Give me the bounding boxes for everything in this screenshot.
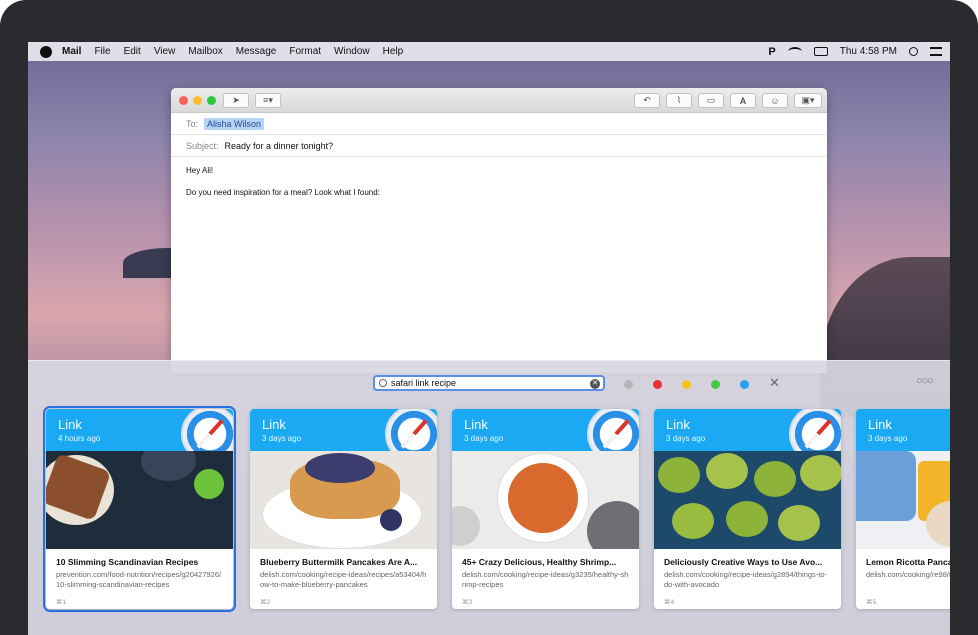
- pinboard-green-dot[interactable]: [711, 380, 720, 389]
- card-header: Link 3 days ago: [856, 409, 950, 451]
- header-fields-icon[interactable]: ≡▾: [255, 93, 281, 108]
- close-window-button[interactable]: [179, 96, 188, 105]
- card-title: 45+ Crazy Delicious, Healthy Shrimp...: [462, 557, 617, 567]
- card-age: 4 hours ago: [58, 434, 101, 443]
- pinboard-yellow-dot[interactable]: [682, 380, 691, 389]
- menu-view[interactable]: View: [154, 46, 176, 57]
- card-title: Deliciously Creative Ways to Use Avo...: [664, 557, 823, 567]
- card-url: delish.com/cooking/re98/ricotta-pancakes…: [866, 570, 950, 579]
- browser-icon[interactable]: ▭: [698, 93, 724, 108]
- card-url: delish.com/cooking/recipe-ideas/g3235/he…: [462, 570, 629, 589]
- paste-app-icon[interactable]: P: [768, 46, 775, 58]
- clipboard-card[interactable]: Link 4 hours ago 10 Slimming Scandinavia…: [43, 406, 236, 612]
- reply-icon[interactable]: ↶: [634, 93, 660, 108]
- card-kind: Link: [666, 417, 690, 432]
- card-age: 3 days ago: [262, 434, 302, 443]
- pinboard-red-dot[interactable]: [653, 380, 662, 389]
- clipboard-card[interactable]: Link 3 days ago 45+ Crazy Delicious, Hea…: [452, 409, 639, 609]
- card-title: 10 Slimming Scandinavian Recipes: [56, 557, 199, 567]
- card-header: Link 4 hours ago: [46, 409, 233, 463]
- clipboard-shelf: safari link recipe ✕ ✕ ○○○ Link 4 hours …: [28, 360, 950, 635]
- body-line: Hey Ali!: [186, 166, 214, 175]
- menu-app-name[interactable]: Mail: [62, 46, 81, 57]
- card-shortcut: ⌘4: [664, 599, 675, 606]
- format-font-icon[interactable]: A: [730, 93, 756, 108]
- emoji-icon[interactable]: ☺: [762, 93, 788, 108]
- card-preview-image: [856, 451, 950, 549]
- pinboard-gray-dot[interactable]: [624, 380, 633, 389]
- card-preview-image: [654, 451, 841, 549]
- send-icon[interactable]: ➤: [223, 93, 249, 108]
- menu-clock[interactable]: Thu 4:58 PM: [840, 46, 897, 57]
- card-kind: Link: [262, 417, 286, 432]
- mail-compose-window: ➤ ≡▾ ↶ ⌇ ▭ A ☺ ▣▾ To: Alisha Wilson Subj…: [171, 88, 827, 373]
- menu-file[interactable]: File: [94, 46, 110, 57]
- card-url: prevention.com/food-nutrition/recipes/g2…: [56, 570, 222, 589]
- compose-toolbar: ➤ ≡▾ ↶ ⌇ ▭ A ☺ ▣▾: [171, 88, 827, 113]
- spotlight-search-icon[interactable]: [909, 47, 918, 56]
- card-url: delish.com/cooking/recipe-ideas/recipes/…: [260, 570, 427, 589]
- card-age: 3 days ago: [666, 434, 706, 443]
- clipboard-card[interactable]: Link 3 days ago Lemon Ricotta Panca deli…: [856, 409, 950, 609]
- notification-center-icon[interactable]: [930, 47, 942, 56]
- to-field[interactable]: To: Alisha Wilson: [171, 113, 827, 135]
- card-kind: Link: [464, 417, 488, 432]
- desktop-screen: Mail File Edit View Mailbox Message Form…: [28, 42, 950, 635]
- card-header: Link 3 days ago: [250, 409, 437, 463]
- search-input-value[interactable]: safari link recipe: [391, 378, 456, 388]
- clipboard-card[interactable]: Link 3 days ago Deliciously Creative Way…: [654, 409, 841, 609]
- card-preview-image: [46, 451, 233, 549]
- card-url: delish.com/cooking/recipe-ideas/g2894/th…: [664, 570, 828, 589]
- card-header: Link 3 days ago: [452, 409, 639, 463]
- body-line: Do you need inspiration for a meal? Look…: [186, 187, 380, 197]
- subject-field[interactable]: Subject: Ready for a dinner tonight?: [171, 135, 827, 157]
- card-shortcut: ⌘3: [462, 599, 473, 606]
- card-preview-image: [250, 451, 437, 549]
- battery-icon[interactable]: [813, 47, 828, 56]
- card-header: Link 3 days ago: [654, 409, 841, 463]
- status-area: P Thu 4:58 PM: [768, 42, 942, 61]
- card-preview-image: [452, 451, 639, 549]
- minimize-window-button[interactable]: [193, 96, 202, 105]
- card-shortcut: ⌘1: [56, 599, 67, 606]
- menu-window[interactable]: Window: [334, 46, 370, 57]
- zoom-window-button[interactable]: [207, 96, 216, 105]
- menu-help[interactable]: Help: [383, 46, 404, 57]
- close-filter-icon[interactable]: ✕: [769, 375, 780, 391]
- recipient-token[interactable]: Alisha Wilson: [204, 117, 265, 130]
- shelf-search-field[interactable]: safari link recipe ✕: [373, 375, 605, 391]
- card-title: Blueberry Buttermilk Pancakes Are A...: [260, 557, 418, 567]
- wifi-icon[interactable]: [787, 47, 802, 56]
- pinboard-blue-dot[interactable]: [740, 380, 749, 389]
- menu-message[interactable]: Message: [236, 46, 277, 57]
- clipboard-card[interactable]: Link 3 days ago Blueberry Buttermilk Pan…: [250, 409, 437, 609]
- apple-icon[interactable]: [40, 45, 52, 58]
- card-age: 3 days ago: [464, 434, 504, 443]
- menu-edit[interactable]: Edit: [124, 46, 141, 57]
- more-options-icon[interactable]: ○○○: [916, 375, 934, 387]
- card-kind: Link: [58, 417, 82, 432]
- menu-bar: Mail File Edit View Mailbox Message Form…: [28, 42, 950, 61]
- attach-icon[interactable]: ⌇: [666, 93, 692, 108]
- message-body[interactable]: Hey Ali! Do you need inspiration for a m…: [171, 157, 827, 217]
- subject-label: Subject:: [186, 140, 219, 151]
- photo-browser-icon[interactable]: ▣▾: [794, 93, 822, 108]
- menu-format[interactable]: Format: [289, 46, 321, 57]
- menu-mailbox[interactable]: Mailbox: [188, 46, 222, 57]
- clear-search-icon[interactable]: ✕: [590, 379, 600, 389]
- subject-value[interactable]: Ready for a dinner tonight?: [225, 141, 334, 151]
- card-kind: Link: [868, 417, 892, 432]
- card-shortcut: ⌘2: [260, 599, 271, 606]
- to-label: To:: [186, 118, 199, 129]
- card-title: Lemon Ricotta Panca: [866, 557, 950, 567]
- search-icon: [379, 379, 387, 387]
- card-age: 3 days ago: [868, 434, 908, 443]
- card-shortcut: ⌘5: [866, 599, 877, 606]
